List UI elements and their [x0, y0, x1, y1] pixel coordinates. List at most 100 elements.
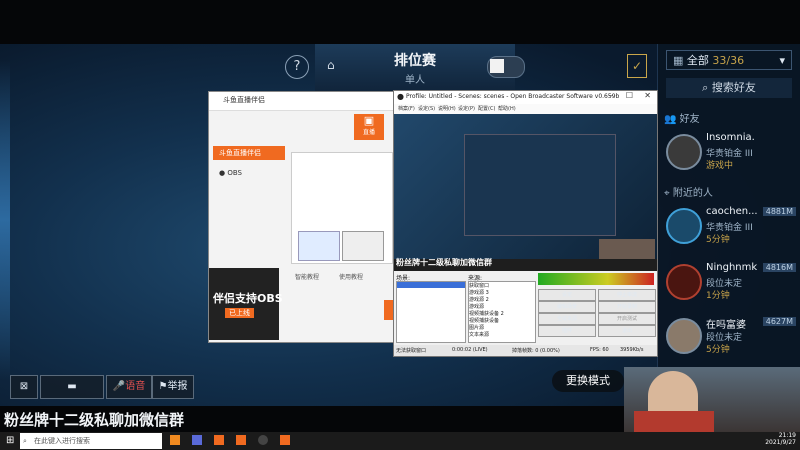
- taskbar-search-placeholder: 在此键入进行搜索: [34, 437, 90, 445]
- report-button[interactable]: ⚑举报: [152, 375, 194, 399]
- status-fps: FPS: 60: [590, 347, 609, 353]
- nearby-section-label: 附近的人: [672, 188, 713, 199]
- search-friends-label: 搜索好友: [711, 81, 756, 94]
- clock-time: 21:19: [778, 432, 796, 439]
- source-item[interactable]: 游戏源 3: [469, 289, 535, 296]
- search-icon: ⌕: [23, 437, 27, 445]
- streamer-shirt: [634, 411, 714, 432]
- menu-item-label: 斗鱼直播伴侣: [219, 149, 261, 157]
- app-icon[interactable]: [170, 435, 180, 445]
- promo-subtitle: 已上线: [225, 308, 254, 318]
- edit-scene-button[interactable]: 编辑场景: [538, 301, 596, 313]
- avatar: [666, 134, 702, 170]
- nested-preview: [464, 134, 616, 236]
- settings-button[interactable]: 设定: [538, 289, 596, 301]
- menu-item[interactable]: 配置(C): [478, 105, 495, 112]
- webcam-overlay: [624, 367, 800, 432]
- menu-item-douyu[interactable]: 斗鱼直播伴侣: [213, 146, 285, 160]
- obs-promo-banner[interactable]: 伴侣支持OBS 已上线: [209, 268, 283, 340]
- mode-title: 排位赛: [394, 53, 436, 69]
- douyu-titlebar: 斗鱼直播伴侣: [209, 92, 394, 111]
- source-item[interactable]: 视频捕获设备 2: [469, 310, 535, 317]
- app-icon[interactable]: [214, 435, 224, 445]
- obs-taskbar-icon[interactable]: [258, 435, 268, 445]
- test-stream-button[interactable]: 开启测试: [598, 313, 656, 325]
- nearby-item[interactable]: caochen... 4881M 华贵铂金 III 5分钟: [662, 206, 798, 250]
- menu-item-label: OBS: [227, 169, 242, 177]
- search-icon: ⌕: [702, 81, 709, 94]
- app-icon[interactable]: [192, 435, 202, 445]
- plugins-button[interactable]: 插件: [538, 325, 596, 337]
- friend-status: 1分钟: [706, 291, 730, 301]
- clock-date: 2021/9/27: [765, 439, 796, 446]
- menu-item[interactable]: 设定(P): [458, 105, 475, 112]
- minimize-icon[interactable]: –: [609, 91, 613, 100]
- source-item[interactable]: 图片源: [469, 324, 535, 331]
- live-label: 直播: [362, 129, 375, 136]
- menu-item[interactable]: 档案(F): [398, 105, 415, 112]
- top-black-bar: [0, 0, 800, 44]
- avatar: [666, 318, 702, 354]
- obs-preview-thumbnail: [291, 152, 393, 264]
- obs-control-area: 场景: 来源: 获取窗口 游戏源 3 游戏源 2 游戏源 视频捕获设备 2 视频…: [394, 271, 657, 345]
- tasks-icon[interactable]: ✓: [627, 54, 647, 78]
- chevron-down-icon: ▾: [779, 54, 785, 67]
- obs-preview: [394, 114, 657, 259]
- friend-status: 5分钟: [706, 235, 730, 245]
- start-record-button[interactable]: 开始录制: [598, 301, 656, 313]
- douyu-window: 斗鱼直播伴侣 ▣ 直播 斗鱼直播伴侣 ● OBS 智能教程 使用教程 伴侣支持O…: [208, 91, 395, 343]
- nearby-item[interactable]: 在吗富婆 4627M 段位未定 5分钟: [662, 316, 798, 360]
- mic-icon: 🎤: [112, 381, 126, 392]
- chat-icon[interactable]: ▬: [40, 375, 104, 399]
- status-time: 0:00:02 (LIVE): [452, 347, 488, 353]
- global-sources-button[interactable]: 全域来源: [538, 313, 596, 325]
- obs-window: ● Profile: Untitled - Scenes: scenes - O…: [393, 90, 658, 357]
- scenes-list[interactable]: [396, 281, 466, 343]
- friend-item[interactable]: Insomnia. 华贵铂金 III 游戏中: [662, 132, 798, 176]
- left-edge-glow: [0, 60, 10, 380]
- help-icon[interactable]: ?: [285, 55, 309, 79]
- search-friends-button[interactable]: ⌕ 搜索好友: [666, 78, 792, 98]
- thumbnail-source-list: [342, 231, 384, 261]
- filter-count: 33/36: [712, 54, 745, 67]
- source-item[interactable]: 游戏源 2: [469, 296, 535, 303]
- nearby-item[interactable]: Ninghnmk 4816M 段位未定 1分钟: [662, 262, 798, 306]
- source-item[interactable]: 游戏源: [469, 303, 535, 310]
- sources-list[interactable]: 获取窗口 游戏源 3 游戏源 2 游戏源 视频捕获设备 2 视频捕获设备 图片源…: [468, 281, 536, 343]
- menu-item[interactable]: 帮助(H): [498, 105, 516, 112]
- status-dropped: 掉落帧数: 0 (0.00%): [512, 348, 560, 354]
- menu-item[interactable]: 说明(H): [438, 105, 456, 112]
- tutorial-link-a[interactable]: 智能教程: [295, 272, 319, 281]
- live-button[interactable]: ▣ 直播: [354, 114, 384, 140]
- friends-icon: 👥: [664, 114, 677, 125]
- friend-filter-dropdown[interactable]: ▦ 全部 33/36 ▾: [666, 50, 792, 70]
- friend-name: Insomnia.: [706, 132, 755, 143]
- exit-queue-icon[interactable]: ⊠: [10, 375, 38, 399]
- menu-item-obs[interactable]: ● OBS: [213, 166, 285, 180]
- swap-mode-button[interactable]: 更换模式: [552, 370, 624, 392]
- clock: 21:19 2021/9/27: [765, 432, 796, 446]
- menu-item[interactable]: 设定(S): [418, 105, 435, 112]
- friend-status: 游戏中: [706, 161, 734, 171]
- app-icon[interactable]: [280, 435, 290, 445]
- toggle-switch[interactable]: [487, 56, 525, 78]
- maximize-icon[interactable]: ☐: [626, 91, 633, 100]
- distance-badge: 4816M: [762, 263, 796, 272]
- taskbar-search-box[interactable]: ⌕ 在此键入进行搜索: [20, 433, 162, 449]
- ranked-mode-tab[interactable]: ⌂ 排位赛 单人 ✕: [315, 44, 515, 94]
- tutorial-link-b[interactable]: 使用教程: [339, 272, 363, 281]
- friends-section-header: 👥 好友: [664, 110, 700, 125]
- exit-button[interactable]: 退出: [598, 325, 656, 337]
- stop-stream-button[interactable]: 停止串流: [598, 289, 656, 301]
- source-item[interactable]: 获取窗口: [469, 282, 535, 289]
- close-icon[interactable]: ✕: [644, 91, 651, 100]
- obs-menubar: 档案(F) 设定(S) 说明(H) 设定(P) 配置(C) 帮助(H): [394, 104, 657, 114]
- source-item[interactable]: 视频捕获设备: [469, 317, 535, 324]
- mute-button[interactable]: 🎤语音: [106, 375, 152, 399]
- obs-statusbar: 无法获取窗口 0:00:02 (LIVE) 掉落帧数: 0 (0.00%) FP…: [394, 345, 657, 356]
- source-item[interactable]: 文本来源: [469, 331, 535, 338]
- scene-selected[interactable]: [397, 282, 465, 288]
- nearby-section-header: ⌖ 附近的人: [664, 184, 713, 199]
- app-icon[interactable]: [236, 435, 246, 445]
- windows-start-icon[interactable]: ⊞: [6, 435, 14, 446]
